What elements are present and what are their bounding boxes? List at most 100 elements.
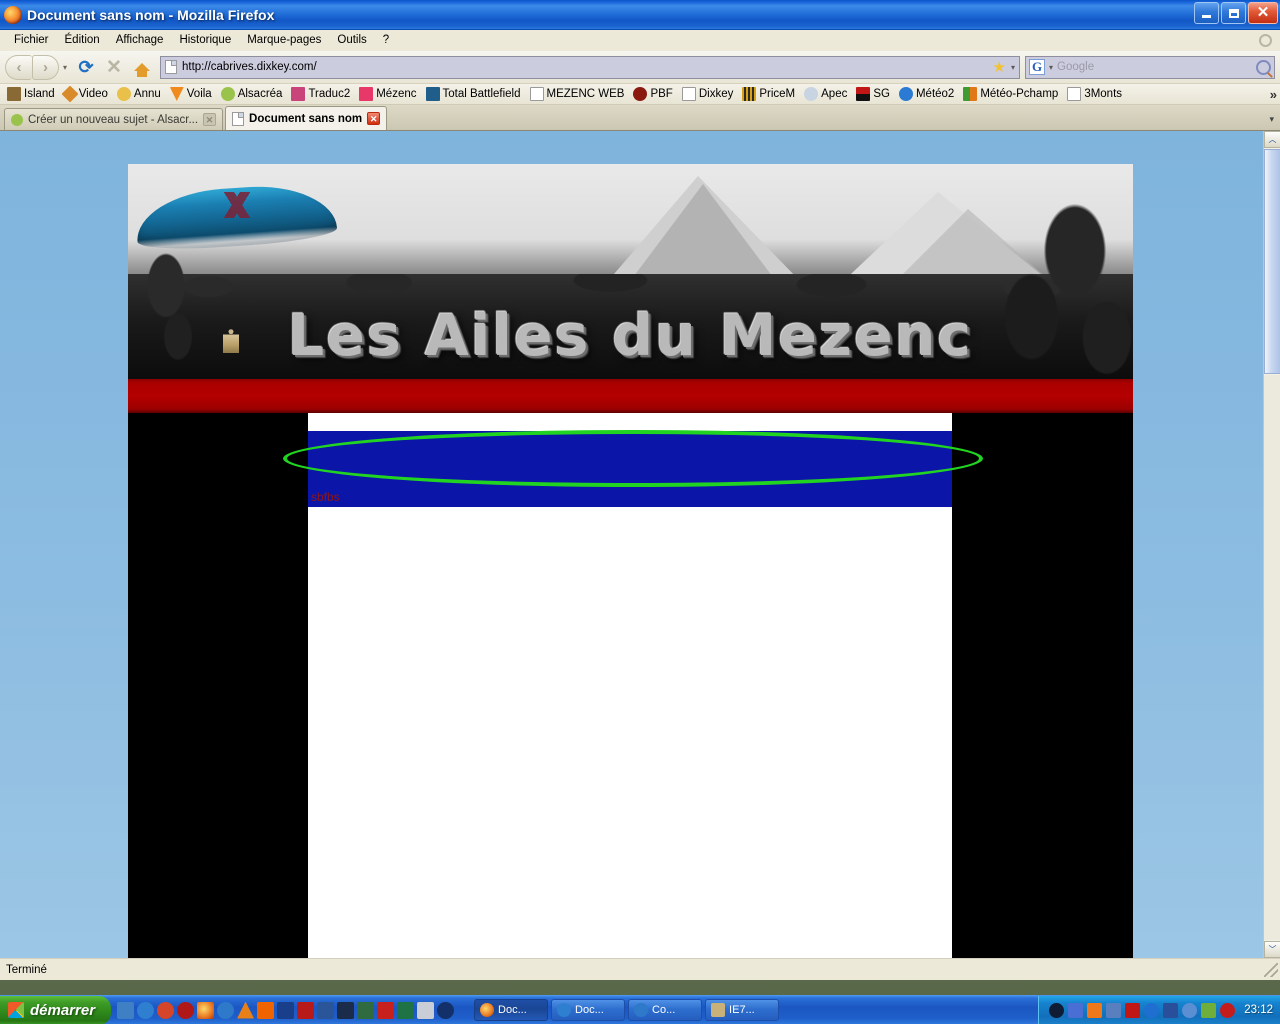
- taskbar-item-ie[interactable]: Doc...: [551, 999, 626, 1021]
- chevron-down-icon[interactable]: ▾: [1049, 63, 1053, 72]
- bookmark-annu[interactable]: Annu: [113, 86, 165, 102]
- outlook-express-icon: [634, 1003, 649, 1017]
- google-icon[interactable]: G: [1029, 59, 1045, 75]
- taskbar-item-outlook[interactable]: Co...: [628, 999, 703, 1021]
- page-viewport: Les Ailes du Mezenc sbfbs ︿ ﹀: [0, 131, 1280, 958]
- bookmark-total-battlefield[interactable]: Total Battlefield: [422, 86, 525, 102]
- disconnect-icon[interactable]: [1125, 1002, 1141, 1018]
- moon-icon[interactable]: [1049, 1002, 1065, 1018]
- start-button[interactable]: démarrer: [0, 995, 112, 1024]
- menu-fichier[interactable]: Fichier: [6, 32, 57, 48]
- search-bar[interactable]: G ▾ Google: [1025, 55, 1275, 79]
- alert-icon[interactable]: [1220, 1002, 1236, 1018]
- printer-icon[interactable]: [1201, 1002, 1217, 1018]
- monitor-icon[interactable]: [1087, 1002, 1103, 1018]
- bookmark-alsacrea[interactable]: Alsacréa: [217, 86, 287, 102]
- status-text: Terminé: [6, 963, 47, 976]
- setup-icon: [711, 1003, 726, 1017]
- amazon-icon[interactable]: [1163, 1002, 1179, 1018]
- maximize-button[interactable]: [1221, 2, 1246, 24]
- menu-affichage[interactable]: Affichage: [108, 32, 172, 48]
- bookmark-apec[interactable]: Apec: [800, 86, 851, 102]
- scroll-up-button[interactable]: ︿: [1264, 131, 1280, 148]
- firefox-icon[interactable]: [197, 1001, 215, 1019]
- scroll-down-button[interactable]: ﹀: [1264, 941, 1280, 958]
- internet-explorer-icon[interactable]: [137, 1001, 155, 1019]
- menu-edition[interactable]: Édition: [57, 32, 108, 48]
- taskbar-item-ie7-setup[interactable]: IE7...: [705, 999, 780, 1021]
- address-bar[interactable]: http://cabrives.dixkey.com/ ★ ▾: [160, 55, 1020, 79]
- bookmark-icon: [291, 87, 306, 101]
- bookmark-voila[interactable]: Voila: [166, 86, 216, 102]
- menu-historique[interactable]: Historique: [171, 32, 239, 48]
- bookmark-video[interactable]: Video: [60, 85, 112, 103]
- tab-close-icon[interactable]: ✕: [367, 112, 381, 125]
- vertical-scrollbar[interactable]: ︿ ﹀: [1263, 131, 1280, 958]
- banner-title: Les Ailes du Mezenc: [287, 303, 974, 369]
- outlook-express-icon[interactable]: [217, 1001, 235, 1019]
- bookmark-sg[interactable]: SG: [852, 86, 894, 102]
- update-icon[interactable]: [1182, 1002, 1198, 1018]
- close-button[interactable]: ✕: [1248, 2, 1278, 24]
- history-dropdown-icon[interactable]: ▾: [59, 55, 71, 80]
- show-desktop-icon[interactable]: [117, 1001, 135, 1019]
- network-icon[interactable]: [1068, 1002, 1084, 1018]
- bookmark-3monts[interactable]: 3Monts: [1063, 86, 1126, 102]
- antivirus-icon[interactable]: [277, 1001, 295, 1019]
- white-separator-strip: [308, 413, 952, 431]
- bookmark-meteo-pchamp[interactable]: Météo-Pchamp: [959, 86, 1062, 102]
- home-button[interactable]: [129, 54, 155, 80]
- taskbar-item-firefox[interactable]: Doc...: [474, 999, 549, 1021]
- search-input[interactable]: Google: [1057, 61, 1252, 73]
- tab-close-icon[interactable]: ✕: [203, 113, 217, 126]
- shield-icon[interactable]: [1106, 1002, 1122, 1018]
- url-input[interactable]: http://cabrives.dixkey.com/: [182, 61, 988, 73]
- opera-icon[interactable]: [177, 1001, 195, 1019]
- tab-list-icon[interactable]: ▾: [1269, 114, 1274, 125]
- scrollbar-thumb[interactable]: [1264, 149, 1280, 374]
- acrobat-icon[interactable]: [297, 1001, 315, 1019]
- title-bar: Document sans nom - Mozilla Firefox ✕: [0, 0, 1280, 30]
- resize-grip[interactable]: [1264, 962, 1278, 977]
- flash-icon[interactable]: [377, 1001, 395, 1019]
- taskbar-clock[interactable]: 23:12: [1244, 1004, 1273, 1016]
- bookmark-icon: [529, 87, 544, 101]
- bookmark-pbf[interactable]: PBF: [629, 86, 676, 102]
- search-icon[interactable]: [1256, 59, 1271, 75]
- bookmark-icon: [220, 87, 235, 101]
- bookmark-icon: [681, 87, 696, 101]
- photoshop-icon[interactable]: [337, 1001, 355, 1019]
- chevron-down-icon[interactable]: ▾: [1011, 63, 1015, 72]
- bookmark-pricem[interactable]: PriceM: [738, 86, 799, 102]
- back-button[interactable]: ‹: [5, 54, 32, 80]
- bookmark-island[interactable]: Island: [3, 86, 59, 102]
- excel-icon[interactable]: [397, 1001, 415, 1019]
- tab-alsacrea[interactable]: Créer un nouveau sujet - Alsacr... ✕: [4, 108, 224, 130]
- moon-icon[interactable]: [437, 1001, 455, 1019]
- bookmark-dixkey[interactable]: Dixkey: [678, 86, 738, 102]
- scrollbar-track[interactable]: [1264, 375, 1280, 940]
- stop-button[interactable]: ✕: [101, 54, 127, 80]
- word-icon[interactable]: [317, 1001, 335, 1019]
- forward-button[interactable]: ›: [32, 54, 59, 80]
- notepad-icon[interactable]: [417, 1001, 435, 1019]
- menu-outils[interactable]: Outils: [329, 32, 374, 48]
- firefox-icon: [4, 5, 22, 24]
- reload-button[interactable]: ⟳: [73, 54, 99, 80]
- menu-marque-pages[interactable]: Marque-pages: [239, 32, 329, 48]
- dreamweaver-icon[interactable]: [357, 1001, 375, 1019]
- settings-icon[interactable]: [1259, 34, 1272, 47]
- bookmarks-overflow-icon[interactable]: »: [1270, 87, 1277, 102]
- bookmark-mezenc[interactable]: Mézenc: [355, 86, 420, 102]
- menu-aide[interactable]: ?: [375, 32, 397, 48]
- vlc-icon[interactable]: [237, 1001, 255, 1019]
- minimize-button[interactable]: [1194, 2, 1219, 24]
- bookmark-meteo2[interactable]: Météo2: [895, 86, 958, 102]
- bookmark-mezenc-web[interactable]: MEZENC WEB: [526, 86, 629, 102]
- info-icon[interactable]: [1144, 1002, 1160, 1018]
- bookmark-traduc2[interactable]: Traduc2: [287, 86, 354, 102]
- media-player-icon[interactable]: [157, 1001, 175, 1019]
- tab-document-sans-nom[interactable]: Document sans nom ✕: [225, 106, 388, 130]
- orange-icon[interactable]: [257, 1001, 275, 1019]
- bookmark-star-icon[interactable]: ★: [993, 58, 1006, 76]
